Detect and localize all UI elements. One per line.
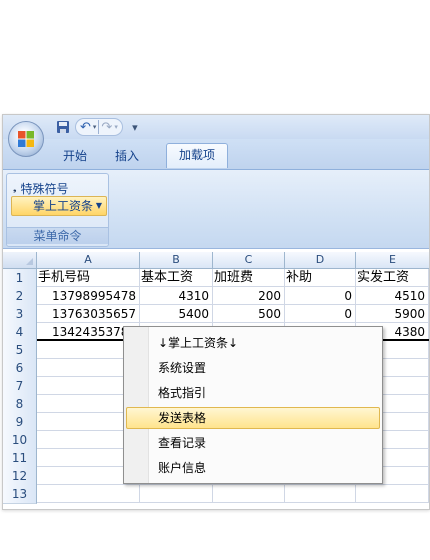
row-header[interactable]: 6 <box>3 359 37 378</box>
menu-commands-group: ❟ 特殊符号 掌上工资条 ▼ 菜单命令 <box>6 173 109 247</box>
column-header[interactable]: D <box>285 252 356 269</box>
tab-home[interactable]: 开始 <box>53 145 97 167</box>
menu-item-salary-slip[interactable]: ↓掌上工资条↓ <box>158 332 238 354</box>
group-label: 菜单命令 <box>7 227 108 244</box>
row-header[interactable]: 7 <box>3 377 37 396</box>
table-cell[interactable] <box>356 485 429 503</box>
table-cell[interactable] <box>213 485 285 503</box>
salary-slip-dropdown[interactable]: 掌上工资条 ▼ <box>11 196 107 216</box>
ribbon-panel: ❟ 特殊符号 掌上工资条 ▼ 菜单命令 <box>3 170 429 249</box>
salary-slip-label: 掌上工资条 <box>33 199 94 213</box>
menu-item-view-records[interactable]: 查看记录 <box>158 432 206 454</box>
row-header[interactable]: 13 <box>3 485 37 504</box>
chevron-down-icon: ▼ <box>95 201 102 210</box>
tab-addins[interactable]: 加载项 <box>166 143 228 168</box>
table-cell[interactable] <box>140 485 213 503</box>
column-header[interactable]: B <box>140 252 213 269</box>
table-cell[interactable]: 5900 <box>356 305 429 323</box>
table-cell[interactable]: 13763035657 <box>37 305 140 323</box>
row-header[interactable]: 3 <box>3 305 37 324</box>
ribbon-tabs: 开始 插入 加载项 <box>3 139 429 170</box>
table-cell[interactable] <box>37 485 140 503</box>
row-header[interactable]: 8 <box>3 395 37 414</box>
row-header[interactable]: 5 <box>3 341 37 360</box>
save-icon[interactable] <box>55 119 71 135</box>
table-cell[interactable]: 手机号码 <box>37 269 140 287</box>
row-header[interactable]: 12 <box>3 467 37 486</box>
menu-item-system-settings[interactable]: 系统设置 <box>158 357 206 379</box>
context-menu: ↓掌上工资条↓ 系统设置 格式指引 发送表格 查看记录 账户信息 <box>123 326 383 484</box>
qat-divider <box>98 120 100 134</box>
column-header[interactable]: C <box>213 252 285 269</box>
undo-dropdown-icon[interactable]: ▾ <box>93 123 97 131</box>
redo-icon[interactable]: ↷ <box>101 120 112 135</box>
row-header[interactable]: 9 <box>3 413 37 432</box>
column-header[interactable]: A <box>37 252 140 269</box>
table-cell[interactable]: 基本工资 <box>140 269 213 287</box>
column-header[interactable]: E <box>356 252 429 269</box>
redo-dropdown-icon[interactable]: ▾ <box>114 123 118 131</box>
menu-item-send-sheet[interactable]: 发送表格 <box>158 407 206 429</box>
undo-redo-group: ↶ ▾ ↷ ▾ <box>75 118 123 136</box>
table-cell[interactable]: 0 <box>285 305 356 323</box>
menu-item-account-info[interactable]: 账户信息 <box>158 457 206 479</box>
select-all-corner[interactable] <box>3 252 37 269</box>
special-symbol-label: 特殊符号 <box>20 182 69 196</box>
table-cell[interactable]: 4310 <box>140 287 213 305</box>
qat-icons: ↶ ▾ ↷ ▾ ▾ <box>55 118 143 136</box>
office-logo-icon <box>18 131 34 147</box>
menu-item-format-guide[interactable]: 格式指引 <box>158 382 206 404</box>
tab-insert[interactable]: 插入 <box>105 145 149 167</box>
table-cell[interactable]: 13798995478 <box>37 287 140 305</box>
office-button[interactable] <box>8 121 44 157</box>
undo-icon[interactable]: ↶ <box>80 120 91 135</box>
table-cell[interactable]: 实发工资 <box>356 269 429 287</box>
row-header[interactable]: 2 <box>3 287 37 306</box>
table-cell[interactable]: 200 <box>213 287 285 305</box>
bullet-icon: ❟ <box>13 183 17 194</box>
row-header[interactable]: 4 <box>3 323 37 342</box>
row-header[interactable]: 11 <box>3 449 37 468</box>
row-header[interactable]: 10 <box>3 431 37 450</box>
table-cell[interactable]: 4510 <box>356 287 429 305</box>
table-cell[interactable]: 500 <box>213 305 285 323</box>
special-symbol-button[interactable]: ❟ 特殊符号 <box>13 180 69 197</box>
row-header[interactable]: 1 <box>3 269 37 288</box>
table-cell[interactable]: 0 <box>285 287 356 305</box>
table-cell[interactable] <box>285 485 356 503</box>
customize-qat-icon[interactable]: ▾ <box>127 119 143 135</box>
table-cell[interactable]: 补助 <box>285 269 356 287</box>
quick-access-toolbar: ↶ ▾ ↷ ▾ ▾ <box>3 115 429 140</box>
menu-icon-gutter <box>124 327 149 483</box>
table-cell[interactable]: 5400 <box>140 305 213 323</box>
table-cell[interactable]: 加班费 <box>213 269 285 287</box>
